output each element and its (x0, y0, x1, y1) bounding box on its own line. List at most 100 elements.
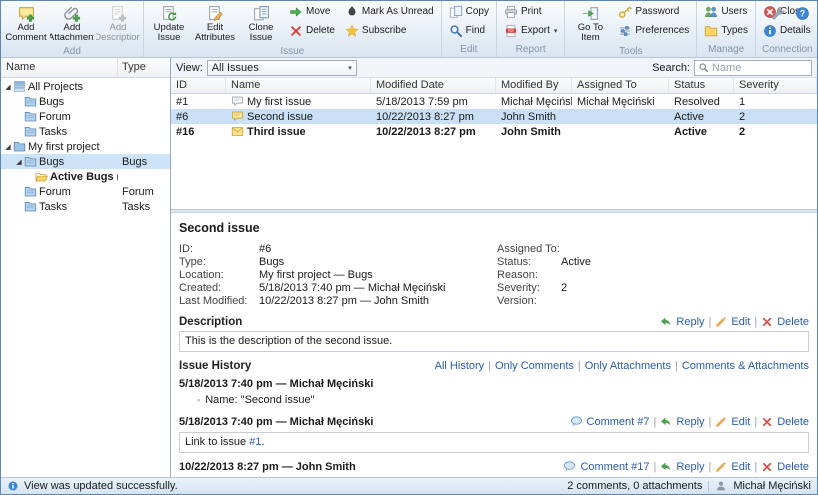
tree-item-tasks[interactable]: TasksTasks (1, 199, 170, 214)
project-icon (13, 140, 26, 153)
export-button[interactable]: PDFExport▾ (499, 21, 562, 40)
copy-button[interactable]: Copy (444, 2, 494, 21)
search-input[interactable] (712, 62, 802, 74)
delete-link[interactable]: Delete (777, 316, 809, 328)
filter-all-history-link[interactable]: All History (435, 360, 485, 372)
separator: | (578, 360, 581, 372)
collapse-twisty-icon[interactable]: ◢ (3, 83, 13, 91)
reply-icon (660, 316, 672, 328)
view-bar: View: All Issues ▾ Search: (171, 58, 817, 78)
button-label: Clone Issue (239, 23, 283, 44)
sidebar-header: Name Type (1, 58, 170, 78)
tree-item-forum[interactable]: Forum (1, 109, 170, 124)
column-header-modified-by[interactable]: Modified By (496, 78, 572, 93)
update-issue-button[interactable]: Update Issue (146, 2, 192, 46)
issue-ref-link[interactable]: #1 (249, 436, 261, 448)
reply-link[interactable]: Reply (676, 416, 704, 428)
column-header-name[interactable]: Name (226, 78, 371, 93)
view-select-value: All Issues (212, 62, 259, 74)
comment-link[interactable]: Comment #17 (580, 461, 649, 473)
separator: | (754, 416, 757, 428)
users-button[interactable]: Users (699, 2, 753, 21)
issue-list-header: IDNameModified DateModified ByAssigned T… (171, 78, 817, 94)
add-attachment-button[interactable]: Add Attachment (49, 2, 95, 46)
mark-unread-icon (345, 5, 359, 19)
collapse-twisty-icon[interactable]: ◢ (14, 158, 24, 166)
help-icon-button[interactable]: ? (793, 4, 812, 26)
history-entry-title: 5/18/2013 7:40 pm — Michał Męciński (179, 416, 373, 428)
filter-only-attachments-link[interactable]: Only Attachments (585, 360, 671, 372)
search-label: Search: (652, 62, 690, 74)
view-select[interactable]: All Issues ▾ (207, 60, 357, 76)
tree-item-all-projects[interactable]: ◢ All Projects (1, 79, 170, 94)
search-box[interactable] (694, 60, 812, 76)
reply-link[interactable]: Reply (676, 461, 704, 473)
edit-link[interactable]: Edit (731, 461, 750, 473)
column-header-id[interactable]: ID (171, 78, 226, 93)
preferences-button[interactable]: Preferences (613, 21, 694, 40)
edit-link[interactable]: Edit (731, 416, 750, 428)
find-button[interactable]: Find (444, 21, 494, 40)
add-comment-button[interactable]: Add Comment (3, 2, 49, 46)
mark-as-unread-button[interactable]: Mark As Unread (340, 2, 439, 21)
tree-item-label: All Projects (26, 81, 118, 93)
issue-row-16[interactable]: #16Third issue10/22/2013 8:27 pmJohn Smi… (171, 124, 817, 139)
tree-item-active-bugs-1[interactable]: Active Bugs (1) (1, 169, 170, 184)
cell-severity: 1 (734, 96, 817, 108)
reply-link[interactable]: Reply (676, 316, 704, 328)
info-icon (7, 480, 19, 492)
chevron-down-icon: ▾ (348, 64, 352, 72)
cell-modified-by: John Smith (496, 111, 572, 123)
field-label: ID: (179, 243, 259, 256)
field-label: Severity: (497, 282, 561, 295)
delete-icon (761, 461, 773, 473)
button-label: Delete (306, 25, 335, 36)
bullet: ◦ (197, 395, 200, 405)
dropdown-arrow-icon: ▾ (554, 27, 558, 35)
cell-modified-by: Michał Męciński (496, 96, 572, 108)
delete-link[interactable]: Delete (777, 416, 809, 428)
sidebar-column-name[interactable]: Name (1, 58, 118, 77)
sidebar-column-type[interactable]: Type (118, 58, 170, 77)
cell-name: My first issue (226, 95, 371, 108)
field-status: Status:Active (497, 256, 809, 269)
edit-link[interactable]: Edit (731, 316, 750, 328)
wrench-icon-button[interactable] (769, 4, 788, 26)
move-button[interactable]: Move (284, 2, 340, 21)
issue-row-6[interactable]: #6Second issue10/22/2013 8:27 pmJohn Smi… (171, 109, 817, 124)
go-to-item-button[interactable]: Go To Item (567, 2, 613, 46)
subscribe-button[interactable]: Subscribe (340, 21, 439, 40)
column-header-severity[interactable]: Severity (734, 78, 817, 93)
column-header-status[interactable]: Status (669, 78, 734, 93)
clone-issue-button[interactable]: Clone Issue (238, 2, 284, 46)
column-header-modified-date[interactable]: Modified Date (371, 78, 496, 93)
field-version: Version: (497, 295, 809, 308)
delete-link[interactable]: Delete (777, 461, 809, 473)
cell-modified-date: 10/22/2013 8:27 pm (371, 126, 496, 138)
delete-button[interactable]: Delete (284, 21, 340, 40)
collapse-twisty-icon[interactable]: ◢ (3, 143, 13, 151)
comment-link[interactable]: Comment #7 (587, 416, 650, 428)
comment-text: Link to issue #1. (179, 432, 809, 453)
cell-status: Active (669, 126, 734, 138)
filter-only-comments-link[interactable]: Only Comments (495, 360, 574, 372)
toolbar-group-caption: Tools (567, 46, 694, 58)
history-entries: 5/18/2013 7:40 pm — Michał Męciński◦Name… (179, 375, 809, 477)
field-value: Active (561, 256, 591, 269)
tree-item-tasks[interactable]: Tasks (1, 124, 170, 139)
tree-item-forum[interactable]: ForumForum (1, 184, 170, 199)
tree-item-my-first-project[interactable]: ◢My first project (1, 139, 170, 154)
field-value: 2 (561, 282, 567, 295)
tree-item-label: Active Bugs (1) (48, 171, 118, 183)
column-header-assigned-to[interactable]: Assigned To (572, 78, 669, 93)
types-button[interactable]: Types (699, 21, 753, 40)
filter-comments-attachments-link[interactable]: Comments & Attachments (682, 360, 809, 372)
issue-row-1[interactable]: #1My first issue5/18/2013 7:59 pmMichał … (171, 94, 817, 109)
password-button[interactable]: Password (613, 2, 694, 21)
description-section-header: Description Reply|Edit|Delete (179, 316, 809, 328)
print-button[interactable]: Print (499, 2, 562, 21)
tree-item-bugs[interactable]: ◢BugsBugs (1, 154, 170, 169)
edit-attributes-button[interactable]: Edit Attributes (192, 2, 238, 46)
history-entry-title: 5/18/2013 7:40 pm — Michał Męciński (179, 378, 373, 390)
tree-item-bugs[interactable]: Bugs (1, 94, 170, 109)
